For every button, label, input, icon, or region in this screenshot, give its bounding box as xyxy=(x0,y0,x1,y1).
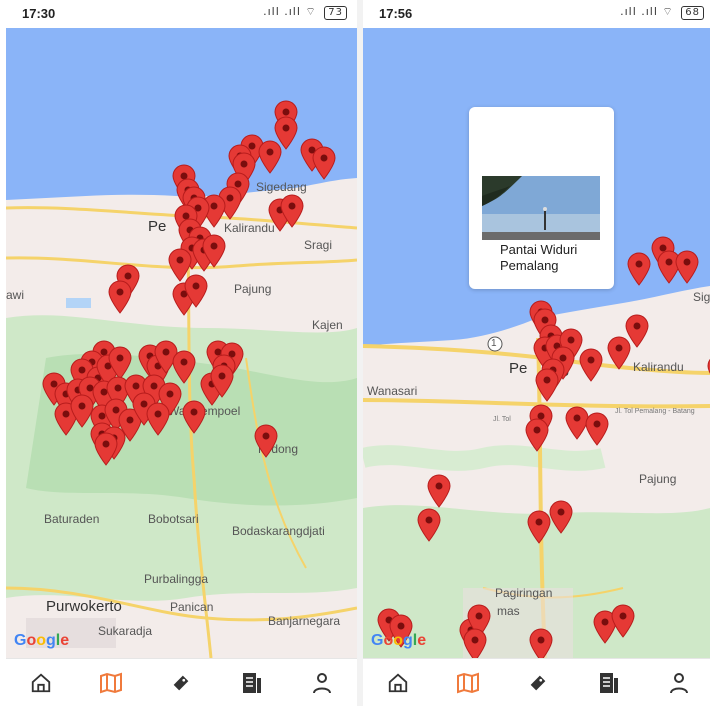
map-marker[interactable] xyxy=(280,194,304,228)
status-time: 17:30 xyxy=(22,6,56,21)
bottom-nav xyxy=(6,658,357,706)
map-marker[interactable] xyxy=(535,368,559,402)
map-view[interactable]: Sigedang Pe Kalirandu Sragi awi Pajung K… xyxy=(6,28,357,658)
home-icon xyxy=(388,673,408,692)
route-marker: 1 xyxy=(491,338,497,349)
place-label: Sigedang xyxy=(256,180,307,194)
map-marker[interactable] xyxy=(94,432,118,466)
map-icon xyxy=(100,672,123,693)
place-label: Bodaskarangdjati xyxy=(232,524,325,538)
map-icon xyxy=(457,672,480,693)
status-bar: 17:30 .ıll .ıll ⌔ 73 xyxy=(6,0,357,28)
place-label: Kalirandu xyxy=(633,360,684,374)
place-label: Sukaradja xyxy=(98,624,153,638)
place-label: Pe xyxy=(509,360,528,377)
nav-map-button[interactable] xyxy=(91,663,131,703)
map-marker[interactable] xyxy=(549,500,573,534)
map-marker[interactable] xyxy=(202,234,226,268)
place-label: Pajung xyxy=(234,282,272,296)
nav-map-button[interactable] xyxy=(448,663,488,703)
nav-home-button[interactable] xyxy=(21,663,61,703)
news-icon xyxy=(242,672,261,693)
map-marker[interactable] xyxy=(675,250,699,284)
info-window[interactable]: Pantai Widuri Pemalang xyxy=(469,107,614,289)
place-label: Wanasari xyxy=(367,384,418,398)
news-icon xyxy=(599,672,618,693)
left-phone-screen: 17:30 .ıll .ıll ⌔ 73 Sigedang Pe Kaliran… xyxy=(6,0,357,706)
map-marker[interactable] xyxy=(210,364,234,398)
signal-icon: .ıll .ıll xyxy=(263,5,301,18)
map-marker[interactable] xyxy=(463,628,487,658)
map-marker[interactable] xyxy=(427,474,451,508)
map-marker[interactable] xyxy=(146,402,170,436)
nav-ticket-button[interactable] xyxy=(161,663,201,703)
right-phone-screen: 17:56 .ıll .ıll ⌔ 68 1 Sig Wanasari Pe K… xyxy=(363,0,710,706)
signal-icon: .ıll .ıll xyxy=(620,5,658,18)
map-marker[interactable] xyxy=(172,350,196,384)
place-label: Bobotsari xyxy=(148,512,199,526)
map-marker[interactable] xyxy=(258,140,282,174)
place-label: Panican xyxy=(170,600,214,614)
nav-news-button[interactable] xyxy=(232,663,272,703)
map-marker[interactable] xyxy=(417,508,441,542)
map-marker[interactable] xyxy=(525,418,549,452)
bottom-nav xyxy=(363,658,710,706)
profile-icon xyxy=(669,672,688,693)
google-logo: Google xyxy=(371,632,427,649)
map-background xyxy=(6,28,357,658)
road-label: Jl. Tol Pemalang - Batang xyxy=(615,408,695,415)
place-thumbnail xyxy=(482,176,600,240)
nav-ticket-button[interactable] xyxy=(518,663,558,703)
place-label: Purwokerto xyxy=(46,598,122,615)
home-icon xyxy=(31,673,51,692)
nav-profile-button[interactable] xyxy=(659,663,699,703)
place-label: Baturaden xyxy=(44,512,100,526)
map-marker[interactable] xyxy=(182,400,206,434)
map-marker[interactable] xyxy=(585,412,609,446)
place-label: mas xyxy=(497,604,520,618)
map-marker[interactable] xyxy=(529,628,553,658)
battery-icon: 73 xyxy=(324,6,347,20)
map-marker[interactable] xyxy=(627,252,651,286)
google-logo: Google xyxy=(14,632,70,649)
photo-image xyxy=(482,176,600,240)
place-label: Kajen xyxy=(312,318,343,332)
place-label: awi xyxy=(6,288,25,302)
map-view[interactable]: 1 Sig Wanasari Pe g Kalirandu Jl. Tol Jl… xyxy=(363,28,710,658)
ticket-icon xyxy=(174,675,189,690)
nav-profile-button[interactable] xyxy=(302,663,342,703)
map-marker[interactable] xyxy=(527,510,551,544)
wifi-icon: ⌔ xyxy=(662,5,674,18)
status-bar: 17:56 .ıll .ıll ⌔ 68 xyxy=(363,0,710,28)
map-marker[interactable] xyxy=(312,146,336,180)
place-label: Sragi xyxy=(304,238,333,252)
map-marker[interactable] xyxy=(108,280,132,314)
place-label: Sig xyxy=(693,290,710,304)
signal-indicator: .ıll .ıll ⌔ 68 xyxy=(620,5,704,20)
road-label: Jl. Tol xyxy=(493,416,511,423)
map-marker[interactable] xyxy=(254,424,278,458)
place-label: Banjarnegara xyxy=(268,614,341,628)
nav-home-button[interactable] xyxy=(378,663,418,703)
profile-icon xyxy=(312,672,331,693)
map-marker[interactable] xyxy=(607,336,631,370)
map-marker[interactable] xyxy=(611,604,635,638)
place-name: Pantai Widuri Pemalang xyxy=(500,242,578,273)
map-marker[interactable] xyxy=(184,274,208,308)
place-label: Pajung xyxy=(639,472,677,486)
map-marker[interactable] xyxy=(579,348,603,382)
nav-news-button[interactable] xyxy=(589,663,629,703)
battery-icon: 68 xyxy=(681,6,704,20)
ticket-icon xyxy=(531,675,546,690)
wifi-icon: ⌔ xyxy=(305,5,317,18)
place-label: Purbalingga xyxy=(144,572,209,586)
status-time: 17:56 xyxy=(379,6,413,21)
place-label: Pe xyxy=(148,218,167,235)
screenshot-root: 17:30 .ıll .ıll ⌔ 73 Sigedang Pe Kaliran… xyxy=(0,0,710,706)
place-label: Pagiringan xyxy=(495,586,553,600)
signal-indicator: .ıll .ıll ⌔ 73 xyxy=(263,5,347,20)
